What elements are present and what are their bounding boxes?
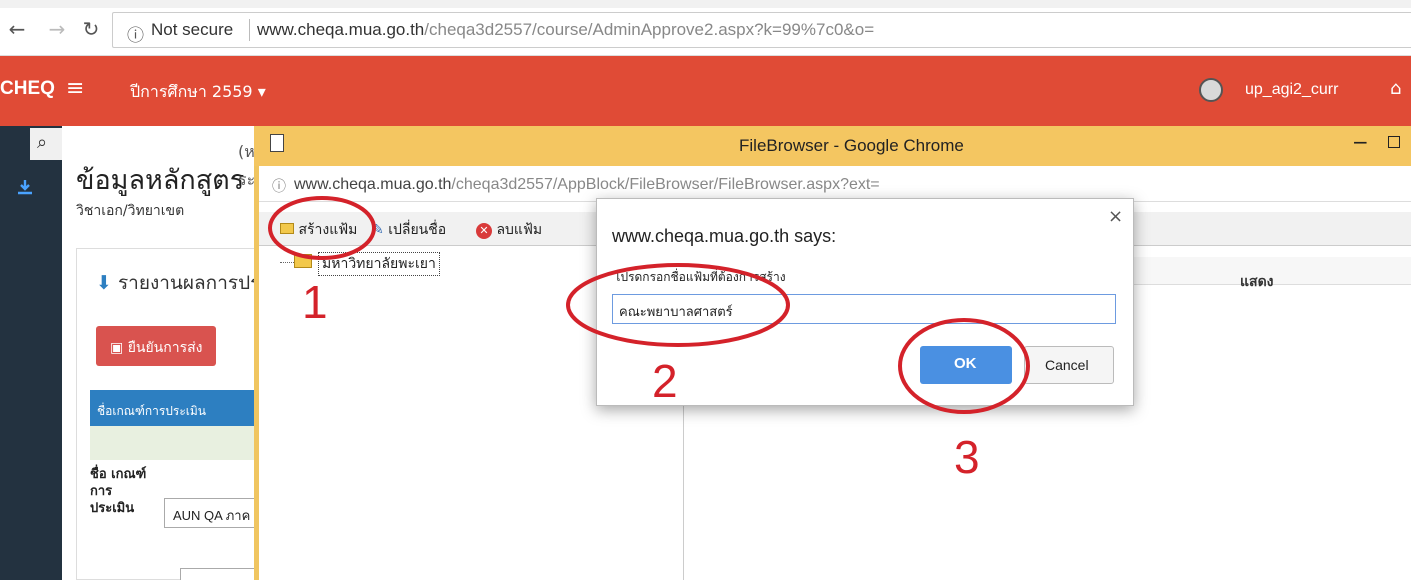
step-number-3: 3 [954,431,980,483]
annotation-ellipse-1 [268,196,376,260]
step-number-1: 1 [302,276,328,328]
annotation-ellipse-2 [566,263,790,347]
annotation-layer [268,196,1030,414]
annotation-ellipse-3 [898,318,1030,414]
step-number-2: 2 [652,355,678,407]
